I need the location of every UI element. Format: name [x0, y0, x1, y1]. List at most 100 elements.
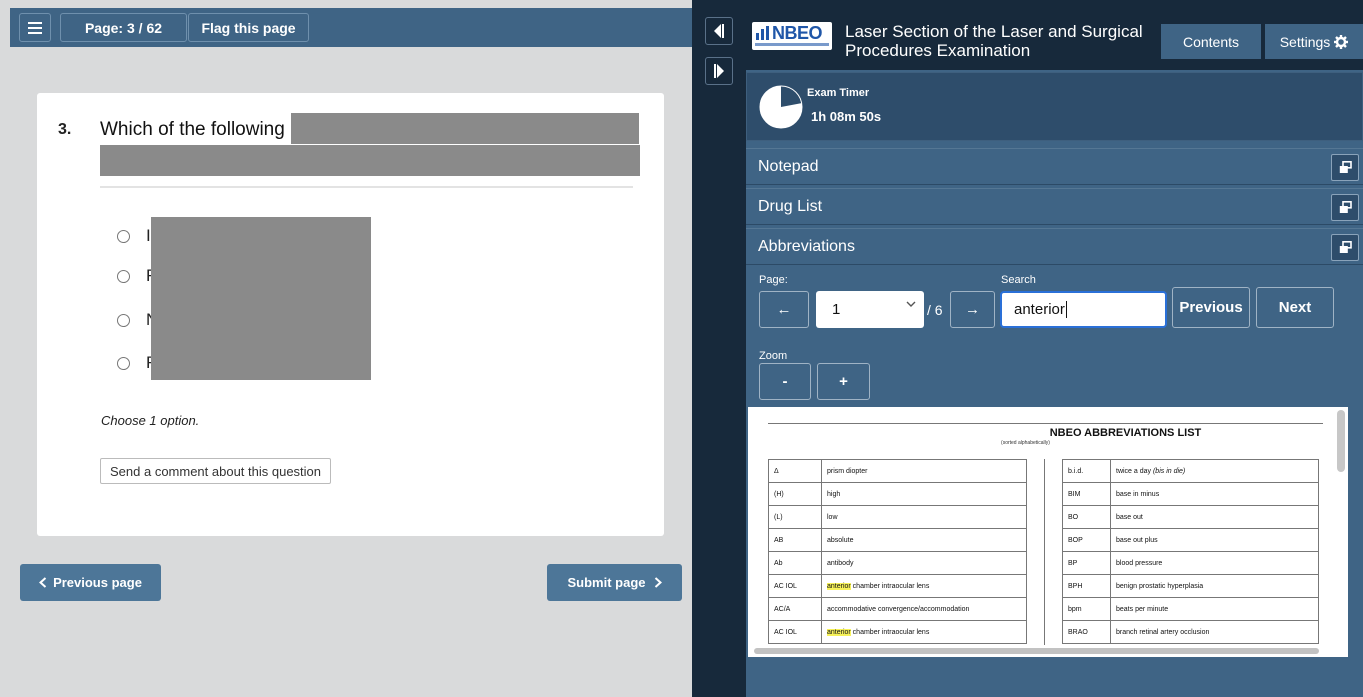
abbr-code: AC IOL [768, 574, 822, 598]
doc-subtitle: (sorted alphabetically) [1001, 440, 1050, 446]
abbr-meaning-text: benign prostatic hyperplasia [1116, 582, 1204, 590]
document-horizontal-scroll-track [748, 645, 1348, 657]
settings-label: Settings [1279, 33, 1331, 50]
radio-button[interactable] [117, 313, 130, 327]
question-card: 3. Which of the following I F N F Choose… [37, 93, 664, 536]
abbr-row: BO base out [1062, 505, 1319, 529]
abbreviations-panel-header[interactable]: Abbreviations [746, 228, 1363, 265]
popout-window-icon[interactable] [1331, 194, 1359, 221]
abbr-meaning: base out plus [1110, 528, 1319, 552]
document-horizontal-scrollbar[interactable] [754, 648, 1319, 654]
timer-pie-icon [759, 85, 803, 129]
settings-button[interactable]: Settings [1265, 24, 1363, 59]
contents-button[interactable]: Contents [1161, 24, 1261, 59]
abbr-meaning-text: base out [1116, 513, 1143, 521]
abbr-row: BP blood pressure [1062, 551, 1319, 575]
expand-right-button[interactable] [705, 57, 733, 85]
prev-doc-page-button[interactable]: ← [759, 291, 809, 328]
abbr-meaning-text: beats per minute [1116, 605, 1169, 613]
submit-page-button[interactable]: Submit page [547, 564, 682, 601]
timer-label: Exam Timer [807, 87, 870, 99]
redacted-block [100, 145, 640, 176]
question-number: 3. [58, 121, 72, 138]
search-highlight: anterior [827, 628, 851, 636]
abbr-code: BIM [1062, 482, 1111, 506]
page-indicator-button[interactable]: Page: 3 / 62 [60, 13, 187, 42]
timer-value: 1h 08m 50s [811, 109, 882, 124]
abbr-meaning: low [821, 505, 1027, 529]
previous-page-label: Previous page [53, 575, 142, 590]
reference-pane: NBEO Laser Section of the Laser and Surg… [746, 0, 1363, 697]
flag-page-button[interactable]: Flag this page [188, 13, 309, 42]
abbr-row: (L) low [768, 505, 1027, 529]
abbr-meaning-text: branch retinal artery occlusion [1116, 628, 1210, 636]
abbr-meaning: anterior chamber intraocular lens [821, 574, 1027, 598]
abbr-code: BRAO [1062, 620, 1111, 644]
abbr-code: BO [1062, 505, 1111, 529]
abbr-code: (L) [768, 505, 822, 529]
abbr-meaning-text: antibody [827, 559, 854, 567]
abbr-row: BPH benign prostatic hyperplasia [1062, 574, 1319, 598]
abbr-meaning-text: chamber intraocular lens [850, 582, 930, 590]
bar-chart-logo-icon [756, 26, 769, 40]
expand-right-icon [714, 64, 724, 78]
abbr-code: BP [1062, 551, 1111, 575]
submit-page-label: Submit page [567, 575, 646, 590]
abbr-row: AC IOL anterior chamber intraocular lens [768, 620, 1027, 644]
abbr-meaning: beats per minute [1110, 597, 1319, 621]
abbr-latin: (bis in die) [1152, 467, 1186, 475]
page-select[interactable]: 1 [816, 291, 924, 328]
chevron-left-icon [39, 577, 47, 588]
abbreviations-table-right: b.i.d. twice a day (bis in die) BIM base in… [1062, 459, 1319, 644]
document-vertical-scrollbar[interactable] [1337, 410, 1345, 472]
search-next-button[interactable]: Next [1256, 287, 1334, 328]
chevron-right-icon [654, 577, 662, 588]
question-text: Which of the following [100, 119, 285, 140]
abbr-meaning-text: twice a day [1116, 467, 1153, 475]
answer-option[interactable]: I [117, 226, 151, 246]
search-input[interactable]: anterior [1000, 291, 1167, 328]
popout-window-icon[interactable] [1331, 234, 1359, 261]
search-highlight: anterior [827, 582, 851, 590]
hamburger-menu-icon [28, 21, 42, 34]
exam-timer: Exam Timer 1h 08m 50s [746, 72, 1363, 141]
logo-subline [755, 43, 829, 46]
collapse-left-button[interactable] [705, 17, 733, 45]
search-label: Search [1001, 274, 1036, 286]
abbreviations-panel-body: Page: Search ← 1 / 6 → anterior Previous… [746, 266, 1350, 659]
search-previous-button[interactable]: Previous [1172, 287, 1250, 328]
abbr-code: (H) [768, 482, 822, 506]
send-comment-button[interactable]: Send a comment about this question [100, 458, 332, 484]
abbr-meaning: antibody [821, 551, 1027, 575]
exam-title: Laser Section of the Laser and Surgical … [845, 22, 1143, 60]
radio-button[interactable] [117, 229, 130, 243]
doc-top-rule [768, 423, 1323, 424]
abbr-meaning: benign prostatic hyperplasia [1110, 574, 1319, 598]
zoom-out-button[interactable]: - [759, 363, 811, 400]
abbr-code: AC/A [768, 597, 822, 621]
menu-button[interactable] [19, 13, 51, 42]
notepad-panel-header[interactable]: Notepad [746, 148, 1363, 185]
abbr-meaning: base in minus [1110, 482, 1319, 506]
radio-button[interactable] [117, 356, 130, 370]
abbr-meaning: high [821, 482, 1027, 506]
abbr-row: BOP base out plus [1062, 528, 1319, 552]
abbr-code: Δ [768, 459, 822, 483]
abbr-row: AC/A accommodative convergence/accommodat… [768, 597, 1027, 621]
abbr-code: b.i.d. [1062, 459, 1111, 483]
abbr-meaning-text: absolute [827, 536, 854, 544]
drug-list-panel-header[interactable]: Drug List [746, 188, 1363, 225]
abbr-row: BRAO branch retinal artery occlusion [1062, 620, 1319, 644]
abbr-meaning-text: chamber intraocular lens [850, 628, 930, 636]
abbr-meaning-text: blood pressure [1116, 559, 1163, 567]
previous-page-button[interactable]: Previous page [20, 564, 161, 601]
abbr-row: AC IOL anterior chamber intraocular lens [768, 574, 1027, 598]
radio-button[interactable] [117, 269, 130, 283]
next-doc-page-button[interactable]: → [950, 291, 995, 328]
pane-divider [692, 0, 746, 697]
abbr-meaning: blood pressure [1110, 551, 1319, 575]
abbr-meaning: anterior chamber intraocular lens [821, 620, 1027, 644]
zoom-in-button[interactable]: + [817, 363, 870, 400]
popout-window-icon[interactable] [1331, 154, 1359, 181]
page-total: / 6 [927, 302, 943, 318]
